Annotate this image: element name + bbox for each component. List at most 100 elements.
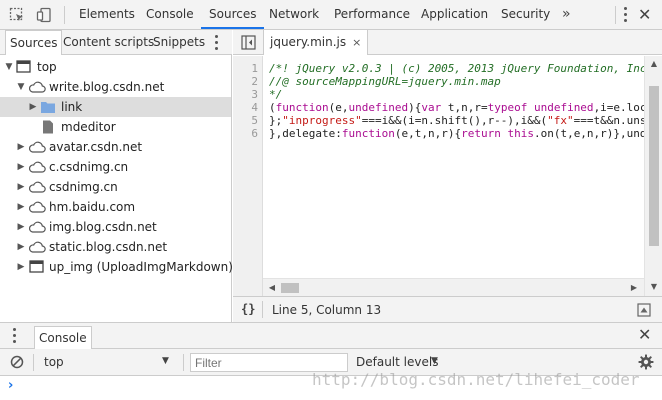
tree-item-static-blog[interactable]: ▶ static.blog.csdn.net xyxy=(0,237,231,257)
code-token: undefined xyxy=(533,101,594,114)
cloud-icon xyxy=(29,81,46,93)
tree-item-img-blog[interactable]: ▶ img.blog.csdn.net xyxy=(0,217,231,237)
code-token: /*! jQuery v2.0.3 | (c) 2005, 2013 jQuer… xyxy=(269,62,644,75)
tree-item-link[interactable]: ▶ link xyxy=(0,97,231,117)
file-icon xyxy=(43,120,53,134)
device-toolbar-icon[interactable] xyxy=(36,7,52,23)
code-token: ===t&&n.uns xyxy=(573,114,644,127)
code-token: return xyxy=(461,127,501,140)
close-drawer-icon[interactable]: ✕ xyxy=(638,327,651,343)
code-token: typeof xyxy=(487,101,528,114)
collapsed-arrow-icon[interactable]: ▶ xyxy=(16,157,26,177)
tree-item-mdeditor[interactable]: mdeditor xyxy=(0,117,231,137)
toolbar-divider xyxy=(64,6,65,24)
tree-item-label: top xyxy=(37,60,57,74)
vertical-scroll-thumb[interactable] xyxy=(649,86,659,247)
expanded-arrow-icon[interactable]: ▼ xyxy=(4,57,14,77)
code-area[interactable]: /*! jQuery v2.0.3 | (c) 2005, 2013 jQuer… xyxy=(269,56,644,296)
tree-item-write-blog[interactable]: ▼ write.blog.csdn.net xyxy=(0,77,231,97)
tree-item-top[interactable]: ▼ top xyxy=(0,57,231,77)
drawer-menu-icon[interactable] xyxy=(12,328,16,344)
code-token: }; xyxy=(269,114,283,127)
tab-console[interactable]: Console xyxy=(146,0,194,29)
devtools-toolbar: Elements Console Sources Network Perform… xyxy=(0,0,662,30)
scroll-right-icon[interactable]: ▶ xyxy=(629,283,639,292)
tab-network[interactable]: Network xyxy=(269,0,319,29)
close-tab-icon[interactable]: × xyxy=(352,36,361,49)
coverage-icon[interactable] xyxy=(637,303,651,317)
more-tabs-button[interactable]: » xyxy=(562,0,571,29)
collapsed-arrow-icon[interactable]: ▶ xyxy=(16,197,26,217)
line-number: 4 xyxy=(251,101,258,114)
tab-performance[interactable]: Performance xyxy=(334,0,410,29)
code-token: .on(t,e,n,r)},und xyxy=(533,127,644,140)
code-token: ,i=e.loc xyxy=(593,101,644,114)
tree-item-avatar[interactable]: ▶ avatar.csdn.net xyxy=(0,137,231,157)
console-prompt-icon[interactable]: › xyxy=(8,378,13,393)
inspect-element-icon[interactable] xyxy=(9,7,25,23)
tab-application[interactable]: Application xyxy=(421,0,488,29)
context-select[interactable]: top xyxy=(44,355,64,369)
line-number: 6 xyxy=(251,127,258,140)
line-number: 3 xyxy=(251,88,258,101)
code-token: this xyxy=(507,127,534,140)
horizontal-scroll-thumb[interactable] xyxy=(281,283,299,293)
collapsed-arrow-icon[interactable]: ▶ xyxy=(16,217,26,237)
levels-dropdown-icon[interactable]: ▼ xyxy=(431,356,438,366)
close-devtools-icon[interactable]: ✕ xyxy=(638,7,651,23)
tree-item-label: up_img (UploadImgMarkdown) xyxy=(49,260,233,274)
tree-item-label: mdeditor xyxy=(61,120,116,134)
vertical-scrollbar[interactable]: ▲ ▼ xyxy=(644,56,662,296)
tab-elements[interactable]: Elements xyxy=(79,0,135,29)
navigator-tab-content-scripts[interactable]: Content scripts xyxy=(63,30,154,54)
status-divider xyxy=(262,301,263,318)
code-token: "inprogress" xyxy=(282,114,362,127)
code-token: function xyxy=(341,127,395,140)
code-token: var xyxy=(421,101,442,114)
code-token: //@ sourceMappingURL=jquery.min.map xyxy=(269,75,501,88)
horizontal-scrollbar[interactable]: ◀ ▶ xyxy=(263,278,644,296)
tree-item-label: static.blog.csdn.net xyxy=(49,240,168,254)
collapsed-arrow-icon[interactable]: ▶ xyxy=(16,237,26,257)
tab-security[interactable]: Security xyxy=(501,0,550,29)
tree-item-hm-baidu[interactable]: ▶ hm.baidu.com xyxy=(0,197,231,217)
navigator-menu-icon[interactable] xyxy=(214,35,218,51)
drawer-tabstrip: ✕ xyxy=(0,322,662,349)
frame-icon xyxy=(16,60,31,73)
scroll-left-icon[interactable]: ◀ xyxy=(267,283,277,292)
customize-menu-icon[interactable] xyxy=(623,7,627,23)
drawer-tab-console[interactable]: Console xyxy=(34,326,92,349)
clear-console-icon[interactable] xyxy=(10,355,24,369)
code-line: (function(e,undefined){var t,n,r=typeof … xyxy=(269,101,644,114)
source-editor: jquery.min.js × 1 2 3 4 5 6 /*! jQuery v2… xyxy=(233,30,662,322)
collapsed-arrow-icon[interactable]: ▶ xyxy=(28,97,38,117)
cloud-icon xyxy=(29,181,46,193)
file-tab-jquery[interactable]: jquery.min.js × xyxy=(263,30,369,55)
toolbar-divider xyxy=(183,354,184,371)
toggle-navigator-icon[interactable] xyxy=(241,35,256,50)
pretty-print-button[interactable]: {} xyxy=(241,302,255,316)
log-levels-select[interactable]: Default levels xyxy=(356,355,438,369)
collapsed-arrow-icon[interactable]: ▶ xyxy=(16,257,26,277)
code-token: "fx" xyxy=(547,114,574,127)
code-token: ( xyxy=(269,101,276,114)
toolbar-divider xyxy=(33,354,34,371)
scroll-down-icon[interactable]: ▼ xyxy=(649,282,659,291)
tree-item-csdnimg[interactable]: ▶ csdnimg.cn xyxy=(0,177,231,197)
code-line: };"inprogress"===i&&(i=n.shift(),r--),i&… xyxy=(269,114,644,127)
collapsed-arrow-icon[interactable]: ▶ xyxy=(16,177,26,197)
tree-item-up-img[interactable]: ▶ up_img (UploadImgMarkdown) xyxy=(0,257,233,277)
folder-icon xyxy=(41,102,55,113)
editor-status-bar: {} Line 5, Column 13 xyxy=(233,296,662,322)
navigator-tab-sources[interactable]: Sources xyxy=(5,30,63,55)
settings-gear-icon[interactable] xyxy=(638,354,654,370)
expanded-arrow-icon[interactable]: ▼ xyxy=(16,77,26,97)
tab-sources[interactable]: Sources xyxy=(201,0,265,29)
context-dropdown-icon[interactable]: ▼ xyxy=(162,356,169,366)
scroll-up-icon[interactable]: ▲ xyxy=(649,59,659,68)
file-tab-label: jquery.min.js xyxy=(270,35,347,49)
tree-item-label: img.blog.csdn.net xyxy=(49,220,157,234)
tree-item-c-csdnimg[interactable]: ▶ c.csdnimg.cn xyxy=(0,157,231,177)
navigator-tab-snippets[interactable]: Snippets xyxy=(153,30,205,54)
collapsed-arrow-icon[interactable]: ▶ xyxy=(16,137,26,157)
